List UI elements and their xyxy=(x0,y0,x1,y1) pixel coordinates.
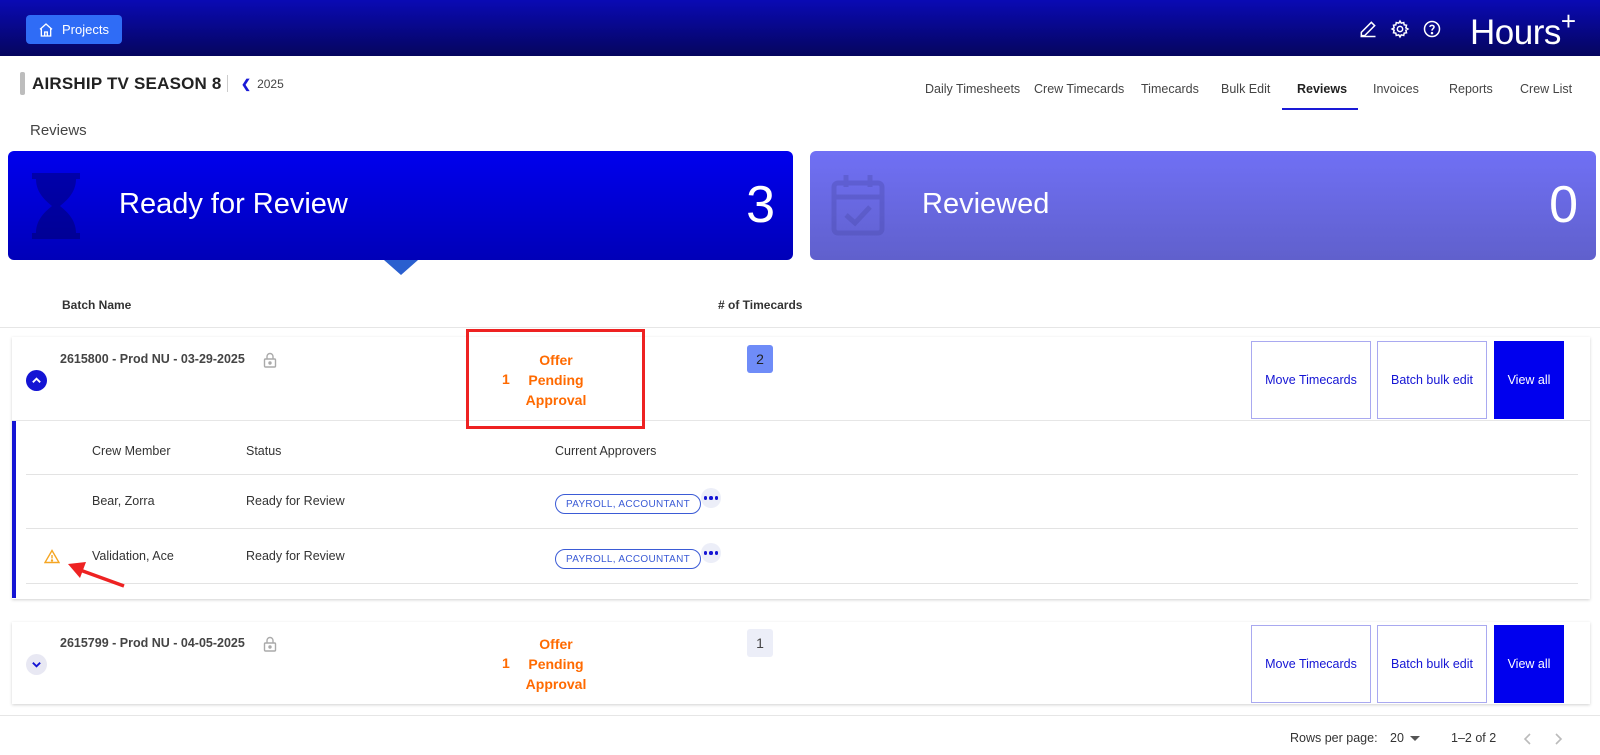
view-all-button[interactable]: View all xyxy=(1494,341,1564,419)
reviewed-count: 0 xyxy=(1549,176,1578,234)
rows-per-page-value: 20 xyxy=(1390,731,1404,745)
divider xyxy=(26,583,1578,584)
warning-icon[interactable] xyxy=(44,549,60,564)
chevron-down-icon xyxy=(32,662,41,668)
column-current-approvers: Current Approvers xyxy=(555,444,657,458)
view-all-button[interactable]: View all xyxy=(1494,625,1564,703)
divider xyxy=(12,420,1590,421)
timecard-count-badge: 1 xyxy=(747,629,773,657)
more-options-button[interactable] xyxy=(701,543,721,563)
offer-pending-approval: Offer Pending Approval xyxy=(525,636,587,692)
page-title: Reviews xyxy=(30,122,87,139)
divider xyxy=(26,528,1578,529)
divider xyxy=(0,327,1600,328)
offer-pending-count: 1 xyxy=(502,655,510,671)
column-timecards: # of Timecards xyxy=(718,298,803,312)
tab-timecards[interactable]: Timecards xyxy=(1141,82,1199,96)
tab-bulk-edit[interactable]: Bulk Edit xyxy=(1221,82,1270,96)
tab-crew-timecards[interactable]: Crew Timecards xyxy=(1034,82,1124,96)
approvers-chip: PAYROLL, ACCOUNTANT xyxy=(555,549,702,569)
more-options-button[interactable] xyxy=(701,488,721,508)
active-tab-indicator xyxy=(1282,108,1358,110)
timecard-count-badge: 2 xyxy=(747,345,773,373)
gear-icon[interactable] xyxy=(1390,19,1410,39)
divider xyxy=(0,715,1600,716)
annotation-arrow xyxy=(68,562,125,588)
chevron-up-icon xyxy=(32,377,41,383)
chevron-right-icon[interactable] xyxy=(1550,731,1566,747)
timecard-status: Ready for Review xyxy=(246,549,345,563)
timecard-status: Ready for Review xyxy=(246,494,345,508)
nav-tabs: Daily Timesheets Crew Timecards Timecard… xyxy=(0,82,1600,112)
batch-bulk-edit-button[interactable]: Batch bulk edit xyxy=(1377,625,1487,703)
reviewed-card[interactable]: Reviewed 0 xyxy=(810,151,1596,260)
brand-logo: Hours+ xyxy=(1470,6,1576,52)
projects-button[interactable]: Projects xyxy=(26,15,122,44)
rows-per-page-label: Rows per page: xyxy=(1290,731,1378,745)
projects-label: Projects xyxy=(62,22,109,37)
crew-member-name[interactable]: Bear, Zorra xyxy=(92,494,155,508)
batch-name: 2615800 - Prod NU - 03-29-2025 xyxy=(60,352,245,366)
pagination-range: 1–2 of 2 xyxy=(1451,731,1497,745)
collapse-button[interactable] xyxy=(26,370,47,391)
move-timecards-button[interactable]: Move Timecards xyxy=(1251,341,1371,419)
ready-count: 3 xyxy=(746,176,775,234)
tab-crew-list[interactable]: Crew List xyxy=(1520,82,1572,96)
active-card-pointer xyxy=(384,260,418,275)
ready-for-review-card[interactable]: Ready for Review 3 xyxy=(8,151,793,260)
tab-daily-timesheets[interactable]: Daily Timesheets xyxy=(925,82,1020,96)
move-timecards-button[interactable]: Move Timecards xyxy=(1251,625,1371,703)
approvers-chip: PAYROLL, ACCOUNTANT xyxy=(555,494,702,514)
column-status: Status xyxy=(246,444,282,458)
calendar-check-icon xyxy=(831,175,885,236)
expand-button[interactable] xyxy=(26,654,47,675)
hourglass-icon xyxy=(32,173,80,239)
lock-icon[interactable] xyxy=(263,352,277,368)
ready-label: Ready for Review xyxy=(119,188,348,220)
tab-reports[interactable]: Reports xyxy=(1449,82,1493,96)
tab-reviews[interactable]: Reviews xyxy=(1297,82,1347,96)
divider xyxy=(26,474,1578,475)
batch-bulk-edit-button[interactable]: Batch bulk edit xyxy=(1377,341,1487,419)
lock-icon[interactable] xyxy=(263,636,277,652)
reviewed-label: Reviewed xyxy=(922,188,1050,220)
rows-per-page-select[interactable]: 20 xyxy=(1390,731,1420,745)
caret-down-icon xyxy=(1409,735,1420,741)
column-batch-name: Batch Name xyxy=(62,298,132,312)
annotation-highlight-box xyxy=(466,329,645,429)
top-bar: Projects Hours+ xyxy=(0,0,1600,56)
home-icon xyxy=(39,22,53,37)
pencil-icon[interactable] xyxy=(1358,19,1378,39)
chevron-left-icon[interactable] xyxy=(1520,731,1536,747)
column-crew-member: Crew Member xyxy=(92,444,171,458)
help-icon[interactable] xyxy=(1422,19,1442,39)
tab-invoices[interactable]: Invoices xyxy=(1373,82,1419,96)
batch-name: 2615799 - Prod NU - 04-05-2025 xyxy=(60,636,245,650)
